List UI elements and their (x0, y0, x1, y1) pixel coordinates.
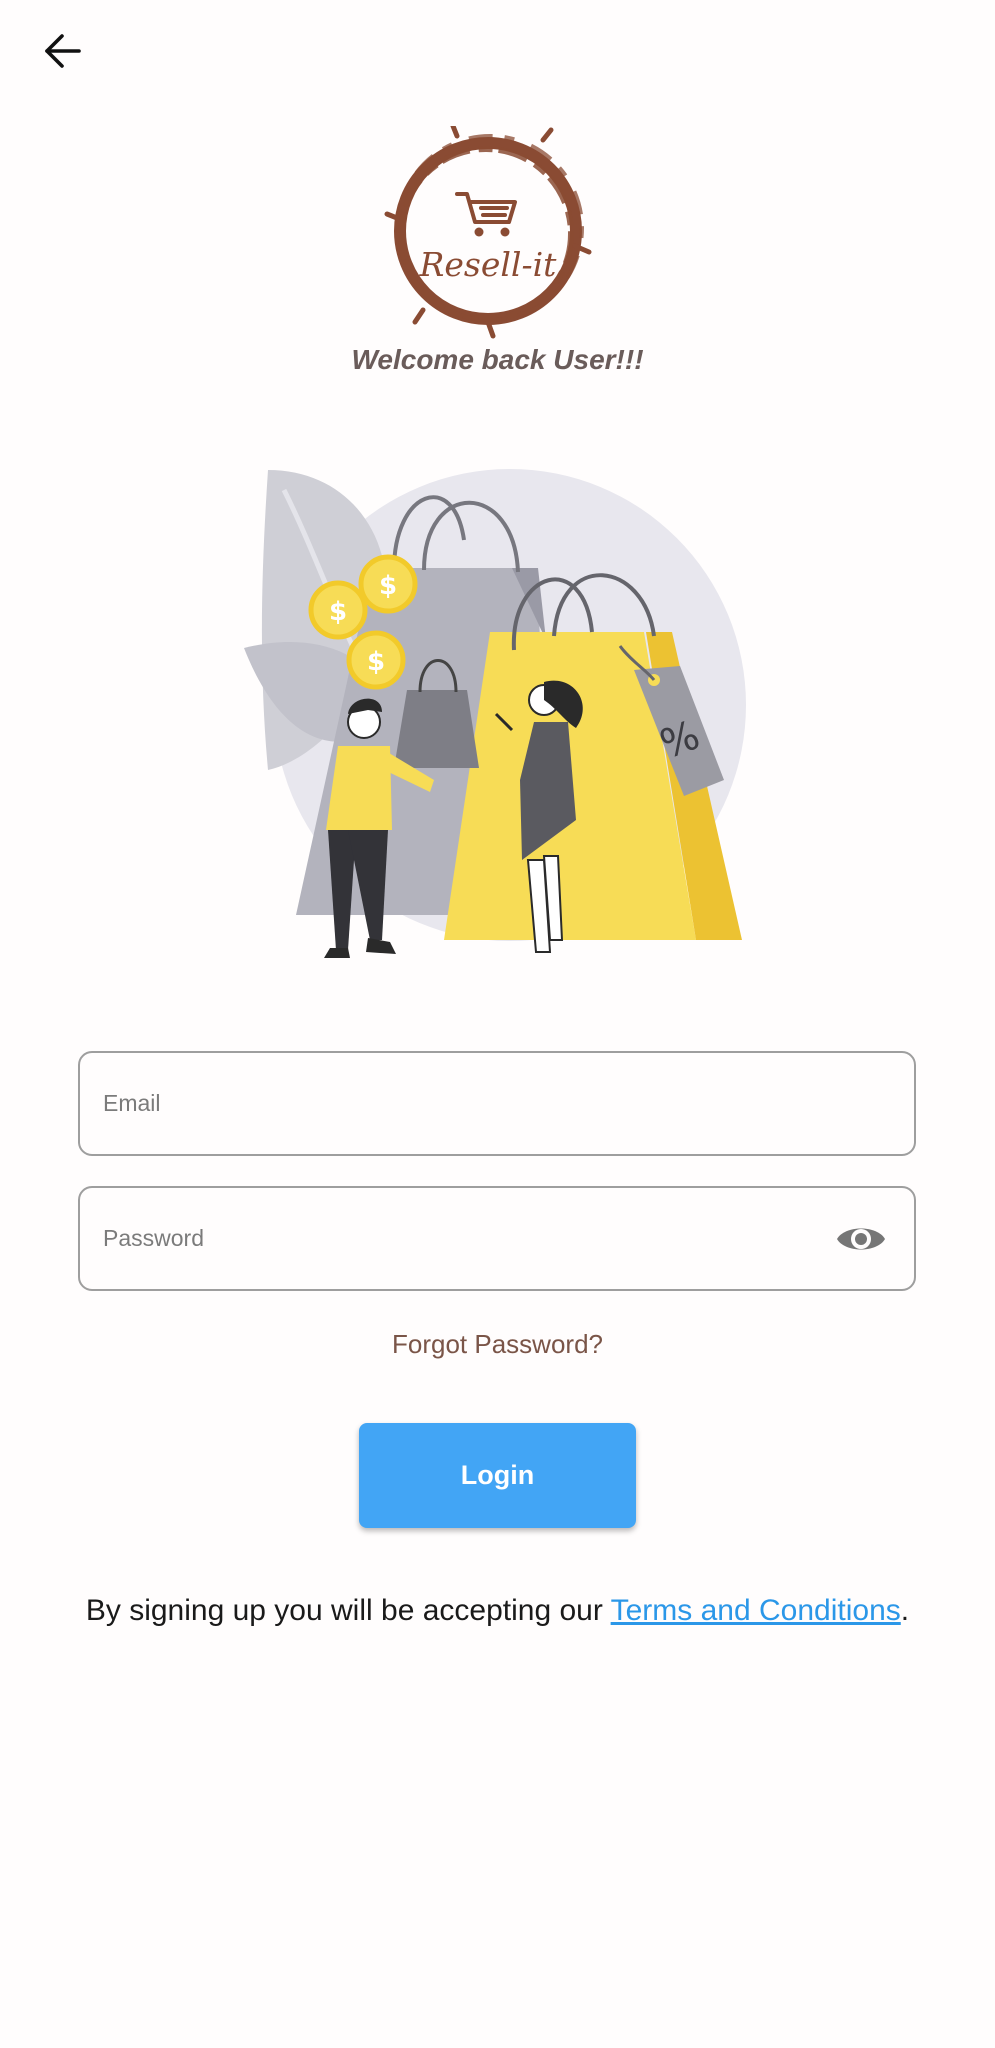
email-field[interactable] (78, 1051, 916, 1156)
password-input[interactable] (101, 1224, 832, 1253)
svg-text:Resell-it: Resell-it (419, 245, 558, 284)
svg-text:$: $ (329, 597, 347, 627)
svg-text:$: $ (367, 647, 385, 677)
back-button[interactable] (28, 26, 98, 76)
shopping-illustration: % $ $ $ (244, 460, 754, 965)
arrow-left-icon (45, 34, 81, 68)
email-input[interactable] (101, 1089, 914, 1118)
login-button[interactable]: Login (359, 1423, 636, 1528)
terms-prefix: By signing up you will be accepting our (85, 1594, 611, 1627)
svg-text:$: $ (379, 571, 397, 601)
password-field[interactable] (78, 1186, 916, 1291)
password-visibility-toggle[interactable] (832, 1210, 890, 1268)
terms-suffix: . (900, 1594, 910, 1627)
cart-icon (455, 192, 517, 224)
resell-it-logo: Resell-it (383, 123, 593, 340)
terms-notice: By signing up you will be accepting our … (0, 1594, 995, 1628)
terms-and-conditions-link[interactable]: Terms and Conditions (611, 1594, 901, 1627)
eye-icon (837, 1228, 885, 1249)
forgot-password-link[interactable]: Forgot Password? (0, 1329, 995, 1360)
welcome-heading: Welcome back User!!! (351, 344, 644, 375)
